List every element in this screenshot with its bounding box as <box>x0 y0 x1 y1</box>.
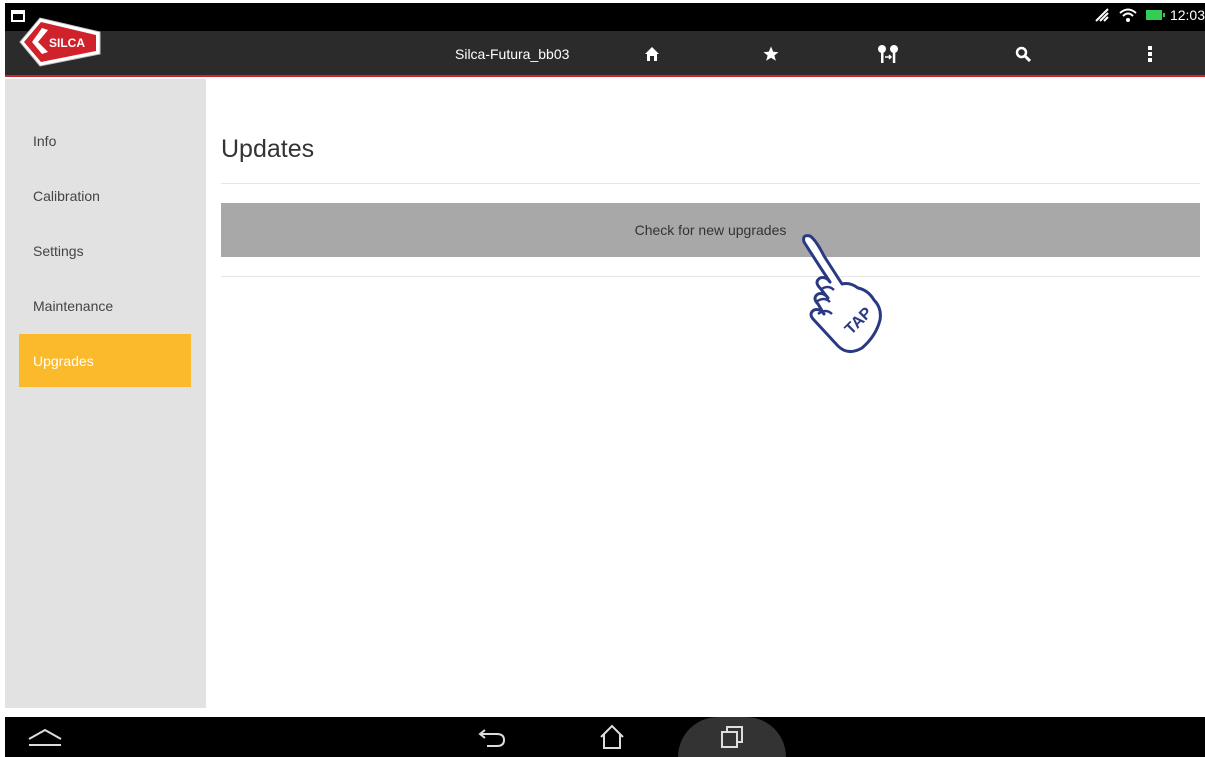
search-icon[interactable] <box>1008 39 1038 69</box>
sidebar-item-info[interactable]: Info <box>19 114 191 167</box>
system-nav-bar <box>5 717 1205 757</box>
back-icon[interactable] <box>462 717 522 757</box>
status-indicators: 12:03 <box>1094 7 1205 23</box>
up-chevron-icon[interactable] <box>15 717 75 757</box>
app-title: Silca-Futura_bb03 <box>455 46 570 62</box>
battery-icon <box>1145 10 1165 20</box>
sidebar-item-label: Upgrades <box>33 352 94 369</box>
sidebar: Info Calibration Settings Maintenance Up… <box>5 79 206 708</box>
sidebar-item-label: Info <box>33 132 57 149</box>
wifi-icon <box>1119 8 1137 22</box>
divider <box>221 183 1200 184</box>
status-bar: 12:03 <box>5 3 1205 31</box>
star-icon[interactable] <box>756 39 786 69</box>
sidebar-item-label: Settings <box>33 242 84 259</box>
app-bar: Silca-Futura_bb03 <box>5 31 1205 77</box>
keys-icon[interactable] <box>873 39 903 69</box>
home-outline-icon[interactable] <box>582 717 642 757</box>
sidebar-item-maintenance[interactable]: Maintenance <box>19 279 191 332</box>
recents-icon[interactable] <box>702 717 762 757</box>
page-title: Updates <box>221 135 315 163</box>
sidebar-item-label: Calibration <box>33 187 100 204</box>
overflow-menu-icon[interactable] <box>1135 39 1165 69</box>
sidebar-item-upgrades[interactable]: Upgrades <box>19 334 191 387</box>
sidebar-item-settings[interactable]: Settings <box>19 224 191 277</box>
silca-logo: SILCA <box>19 17 101 67</box>
sidebar-item-label: Maintenance <box>33 297 114 314</box>
check-upgrades-button[interactable]: Check for new upgrades <box>221 203 1200 257</box>
signal-off-icon <box>1095 8 1109 22</box>
tap-hand-icon: TAP <box>802 234 882 353</box>
screen: 12:03 Silca-Futura_bb03 SILCA Info Calib… <box>0 0 1205 757</box>
clock: 12:03 <box>1169 7 1205 23</box>
home-icon[interactable] <box>637 39 667 69</box>
logo-text: SILCA <box>49 36 85 50</box>
sidebar-item-calibration[interactable]: Calibration <box>19 169 191 222</box>
divider <box>221 276 1200 277</box>
